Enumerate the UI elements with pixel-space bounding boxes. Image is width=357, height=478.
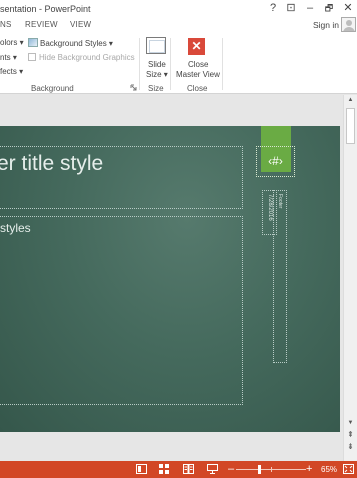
background-styles-label: Background Styles ▾ — [40, 39, 113, 48]
ribbon-display-options-button[interactable]: ⊡ — [284, 2, 298, 14]
scroll-down-icon[interactable]: ▼ — [344, 418, 357, 428]
minimize-button[interactable]: – — [303, 2, 317, 14]
slide-size-button-line2[interactable]: Size ▾ — [146, 70, 168, 79]
next-slide-icon[interactable]: ⇟ — [344, 442, 357, 452]
scroll-thumb[interactable] — [346, 108, 355, 144]
ribbon: olors ▾ nts ▾ fects ▾ Background Styles … — [0, 34, 357, 94]
avatar-body-shape — [343, 27, 355, 31]
content-placeholder[interactable]: styles — [0, 216, 243, 405]
slide-number-placeholder[interactable]: ‹#› — [256, 146, 295, 177]
tab-review[interactable]: REVIEW — [25, 20, 58, 29]
zoom-in-button[interactable]: + — [306, 463, 312, 475]
slide-size-icon — [146, 37, 166, 54]
footer-placeholder[interactable]: Footer — [273, 190, 287, 363]
window-title: sentation - PowerPoint — [0, 4, 91, 14]
avatar-head-shape — [346, 20, 352, 26]
group-label-size: Size — [148, 84, 164, 93]
background-styles-icon — [28, 38, 38, 47]
fonts-dropdown[interactable]: nts ▾ — [0, 53, 17, 62]
colors-dropdown[interactable]: olors ▾ — [0, 38, 24, 47]
close-master-view-line2[interactable]: Master View — [176, 70, 220, 79]
tab-view[interactable]: VIEW — [70, 20, 91, 29]
avatar[interactable] — [341, 17, 356, 32]
slide-master-canvas[interactable]: er title style styles ‹#› 7/28/2016 Foot… — [0, 126, 340, 432]
zoom-slider-center-tick — [271, 467, 272, 472]
normal-view-icon[interactable] — [136, 464, 147, 474]
title-placeholder[interactable]: er title style — [0, 146, 243, 209]
maximize-button[interactable]: 🗗 — [322, 2, 336, 14]
vertical-scrollbar[interactable]: ▲ ▼ ⇞ ⇟ — [343, 95, 357, 461]
checkbox-icon — [28, 53, 36, 61]
group-separator — [222, 38, 223, 90]
close-master-view-line1[interactable]: Close — [188, 60, 208, 69]
slide-number-text: ‹#› — [268, 154, 283, 168]
tab-animations[interactable]: NS — [0, 20, 12, 29]
date-text: 7/28/2016 — [267, 194, 273, 221]
close-window-button[interactable]: ✕ — [341, 2, 355, 14]
group-separator — [139, 38, 140, 90]
scroll-up-icon[interactable]: ▲ — [344, 95, 357, 105]
reading-view-icon[interactable] — [183, 464, 194, 474]
dialog-launcher-icon[interactable] — [130, 84, 138, 92]
hide-background-graphics-label: Hide Background Graphics — [39, 53, 135, 62]
title-bar: sentation - PowerPoint ? ⊡ – 🗗 ✕ — [0, 0, 357, 18]
content-placeholder-text: styles — [0, 221, 31, 235]
help-button[interactable]: ? — [266, 2, 280, 14]
background-styles-button[interactable]: Background Styles ▾ — [28, 38, 113, 48]
zoom-slider-thumb[interactable] — [258, 465, 261, 474]
slide-show-icon[interactable] — [207, 464, 218, 474]
sign-in-link[interactable]: Sign in — [313, 20, 339, 30]
group-label-background: Background — [31, 84, 74, 93]
hide-background-graphics-checkbox[interactable]: Hide Background Graphics — [28, 53, 135, 62]
group-separator — [170, 38, 171, 90]
title-placeholder-text: er title style — [0, 152, 104, 175]
zoom-level[interactable]: 65% — [321, 465, 337, 474]
zoom-out-button[interactable]: – — [228, 463, 234, 475]
close-master-view-icon: ✕ — [188, 38, 205, 55]
slide-size-button-line1[interactable]: Slide — [148, 60, 166, 69]
fit-slide-to-window-icon[interactable] — [343, 464, 354, 474]
ribbon-tabs: NS REVIEW VIEW Sign in — [0, 18, 357, 34]
group-label-close: Close — [187, 84, 208, 93]
previous-slide-icon[interactable]: ⇞ — [344, 430, 357, 440]
slide-sorter-icon[interactable] — [159, 464, 170, 474]
footer-text: Footer — [277, 194, 283, 209]
status-bar: – + 65% — [0, 461, 357, 478]
effects-dropdown[interactable]: fects ▾ — [0, 67, 23, 76]
